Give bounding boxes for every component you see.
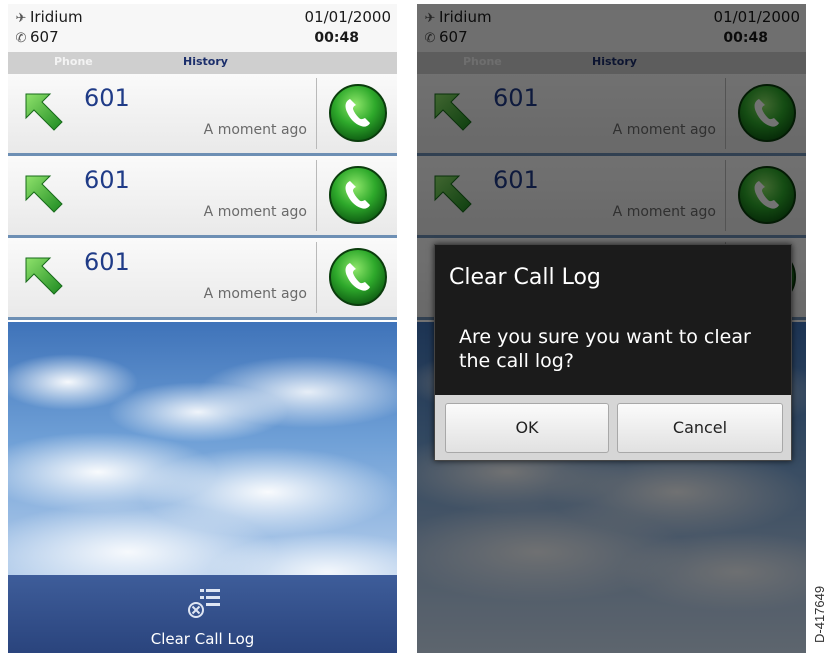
call-log-row[interactable]: 601 A moment ago <box>8 238 397 320</box>
outgoing-call-arrow-icon <box>25 93 63 131</box>
tab-phone[interactable]: Phone <box>54 55 93 68</box>
status-bar: ✈Iridium ✆607 01/01/2000 00:48 <box>8 4 397 52</box>
phone-screen-history: ✈ Iridium ✆ 607 01/01/2000 00:48 Phone His… <box>8 4 397 653</box>
clear-call-log-bar[interactable]: Clear Call Log <box>8 575 397 653</box>
dialog-button-bar: OK Cancel <box>435 395 791 460</box>
cancel-button[interactable]: Cancel <box>617 403 783 453</box>
clear-call-log-label: Clear Call Log <box>150 630 255 648</box>
call-button-icon[interactable] <box>328 247 388 307</box>
figure-id-label: D-417649 <box>812 585 827 643</box>
tab-history[interactable]: History <box>183 55 228 68</box>
call-button-icon[interactable] <box>328 165 388 225</box>
carrier-name: Iridium <box>30 8 83 26</box>
status-date: 01/01/2000 <box>304 8 391 26</box>
call-time: A moment ago <box>203 286 307 302</box>
call-time: A moment ago <box>203 204 307 220</box>
call-number: 601 <box>84 84 130 112</box>
clear-list-icon <box>188 589 220 618</box>
outgoing-call-arrow-icon <box>25 175 63 213</box>
row-divider <box>316 78 317 149</box>
row-divider <box>316 160 317 231</box>
phone-screen-clear-dialog: ✈Iridium ✆607 01/01/2000 00:48 Phone His… <box>417 4 806 653</box>
status-time: 00:48 <box>314 30 359 46</box>
satellite-icon: ✈ <box>15 11 27 26</box>
call-button-icon[interactable] <box>328 83 388 143</box>
phone-handset-icon: ✆ <box>15 31 27 46</box>
dialog-message: Are you sure you want to clear the call … <box>459 326 751 372</box>
line-number: 607 <box>30 28 59 46</box>
dialog-title: Clear Call Log <box>449 265 601 290</box>
tab-bar: Phone History <box>8 52 397 74</box>
outgoing-call-arrow-icon <box>25 257 63 295</box>
call-log-row[interactable]: 601 A moment ago <box>8 156 397 238</box>
ok-button[interactable]: OK <box>445 403 609 453</box>
row-divider <box>316 242 317 313</box>
call-number: 601 <box>84 166 130 194</box>
call-log-row[interactable]: 601 A moment ago <box>8 74 397 156</box>
call-number: 601 <box>84 248 130 276</box>
call-time: A moment ago <box>203 122 307 138</box>
clear-call-log-dialog: Clear Call Log Are you sure you want to … <box>434 244 792 461</box>
